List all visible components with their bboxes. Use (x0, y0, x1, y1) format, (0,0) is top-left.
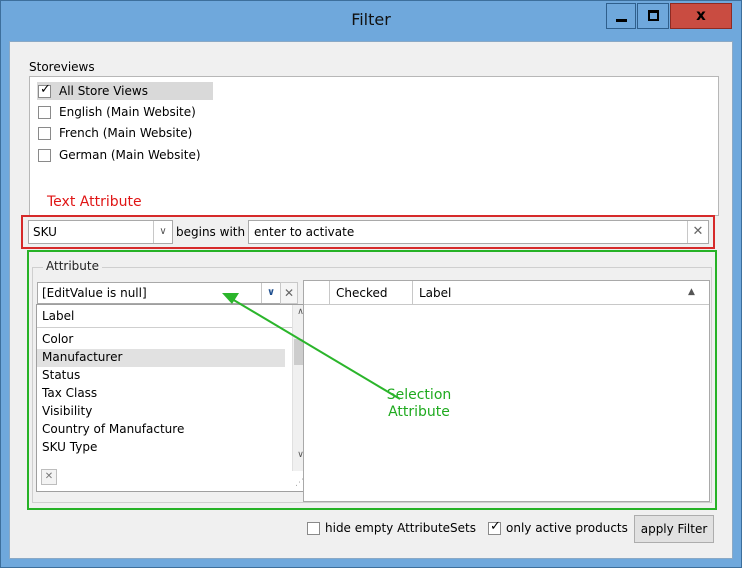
only-active-label: only active products (506, 521, 628, 535)
annotation-arrow (222, 293, 401, 400)
maximize-icon (648, 10, 659, 21)
arrow-line (231, 298, 401, 400)
minimize-icon (616, 19, 627, 22)
check-icon: ✓ (490, 519, 501, 534)
hide-empty-checkbox[interactable] (307, 522, 320, 535)
dialog-body: Storeviews ✓ All Store Views English (Ma… (9, 41, 733, 559)
hide-empty-label: hide empty AttributeSets (325, 521, 477, 535)
only-active-checkbox[interactable]: ✓ (488, 519, 501, 535)
close-button[interactable]: x (670, 3, 732, 29)
apply-filter-button[interactable]: apply Filter (634, 515, 714, 543)
maximize-button[interactable] (637, 3, 669, 29)
close-icon: x (696, 6, 706, 24)
filter-window: Filter x Storeviews ✓ All Store Views En… (0, 0, 742, 568)
minimize-button[interactable] (606, 3, 636, 29)
title-bar[interactable]: Filter x (1, 1, 741, 41)
